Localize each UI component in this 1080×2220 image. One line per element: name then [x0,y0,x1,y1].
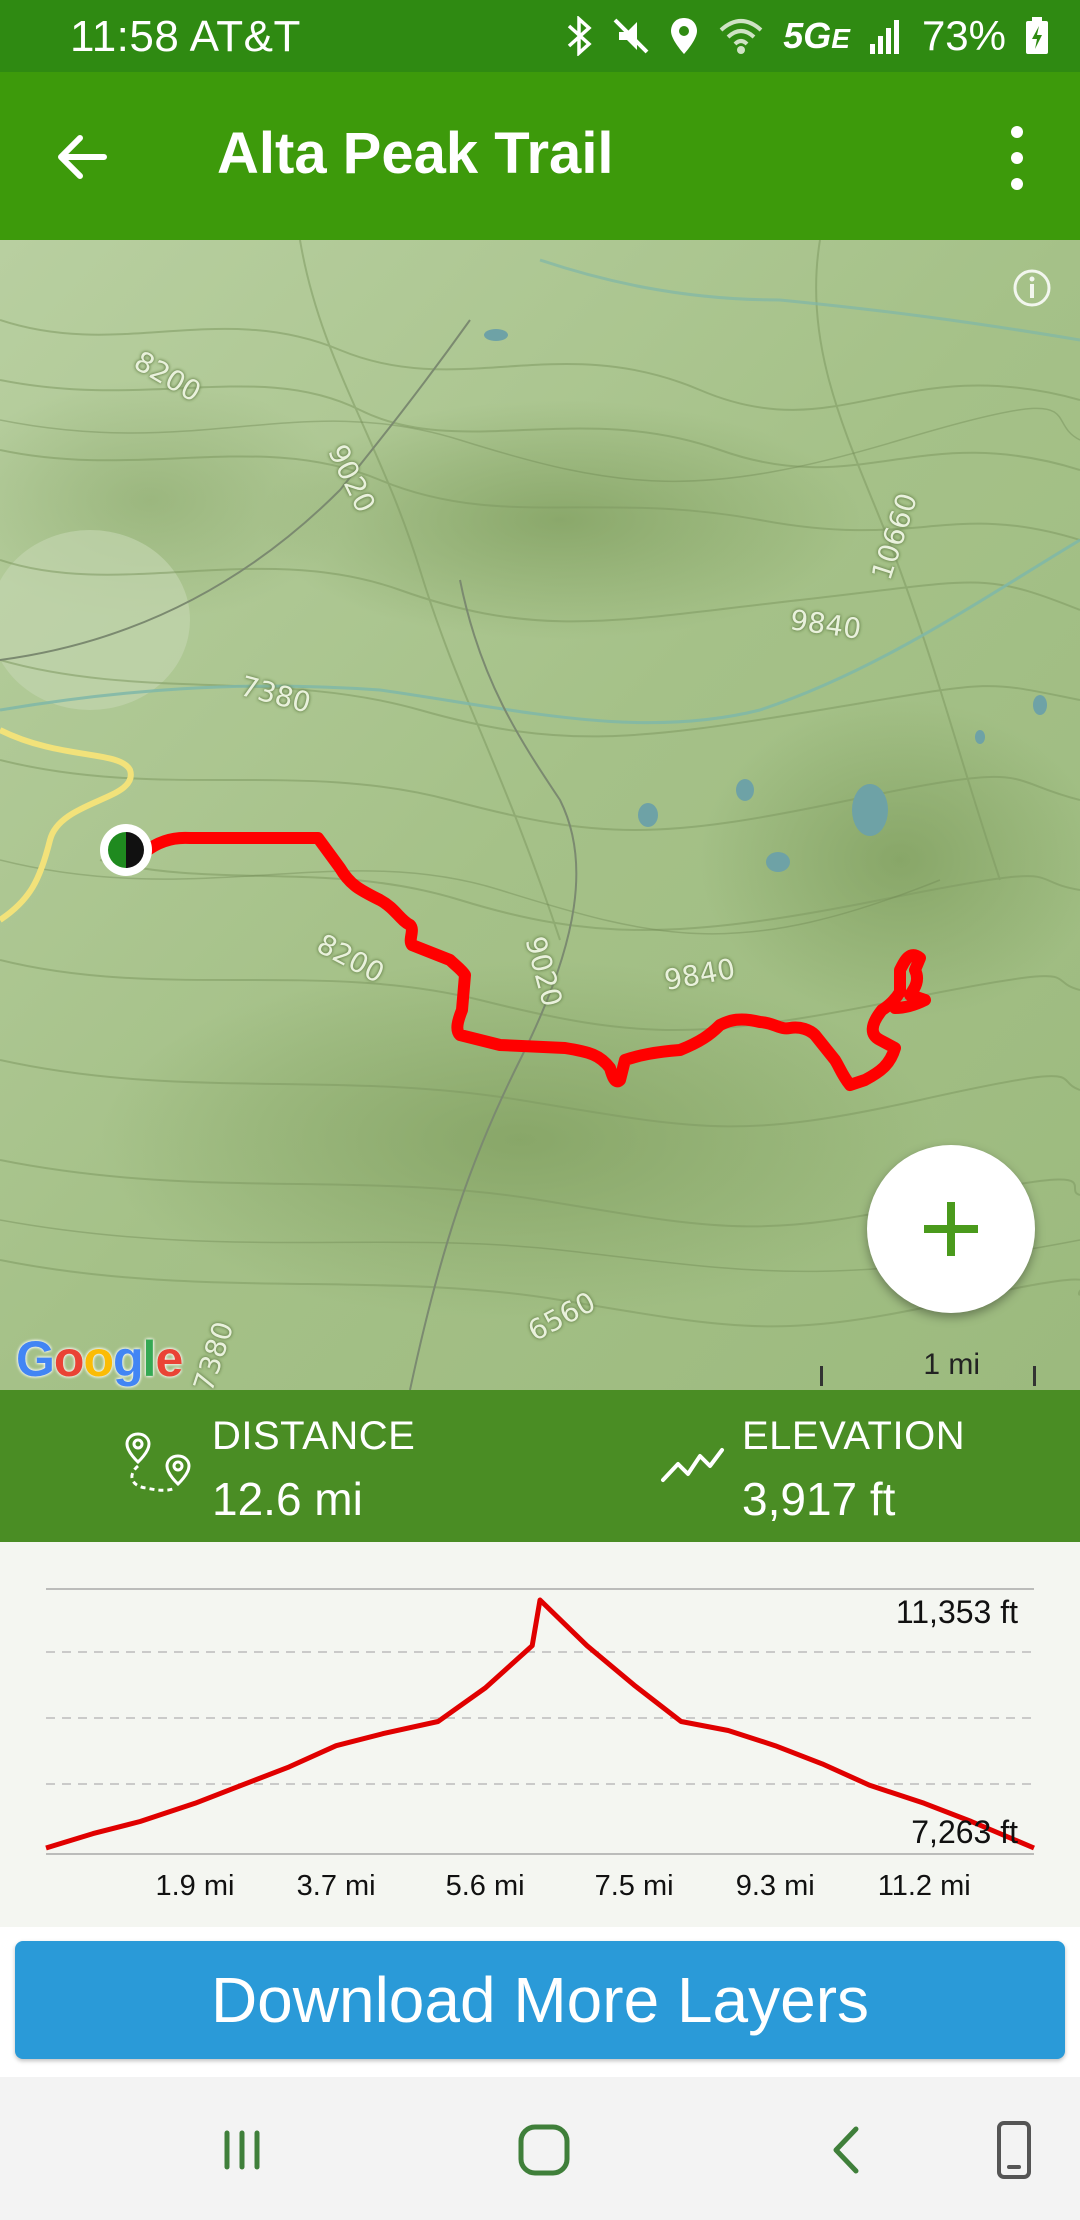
status-time-carrier: 11:58 AT&T [70,12,301,62]
scale-label: 1 mi [923,1348,980,1381]
zoom-in-button[interactable] [867,1145,1035,1313]
location-icon [671,18,698,54]
page-title: Alta Peak Trail [217,121,614,186]
distance-route-icon [125,1432,191,1492]
download-area: Download More Layers [0,1927,1080,2077]
battery-charging-icon [1026,17,1048,54]
status-bar: 11:58 AT&T 5GE 73% [0,0,1080,72]
arrow-left-icon[interactable] [50,122,120,192]
map-scale: 1 mi [820,1348,1036,1388]
distance-label: DISTANCE [212,1414,416,1458]
signal-icon [869,20,899,54]
status-carrier: AT&T [189,12,301,61]
app-bar: Alta Peak Trail [0,72,1080,240]
network-indicator: 5GE [783,15,850,57]
bluetooth-icon [568,16,592,56]
mute-icon [613,18,649,54]
battery-percent: 73% [921,12,1006,59]
wifi-icon [719,19,763,54]
trail-map[interactable]: 8200 9020 10660 9840 7380 8200 9020 9840… [0,240,1080,1390]
network-sub: E [831,23,850,54]
elevation-profile-chart: 11,353 ft 7,263 ft 1.9 mi 3.7 mi 5.6 mi 7.5… [0,1542,1080,1927]
x-tick-label: 5.6 mi [445,1870,525,1902]
rotate-screen-icon[interactable] [979,2115,1049,2185]
recent-apps-icon[interactable] [207,2115,277,2185]
more-vertical-icon[interactable] [982,120,1052,196]
elevation-line [45,1597,1035,1851]
back-icon[interactable] [812,2115,882,2185]
info-icon[interactable] [1012,268,1052,308]
google-logo: Google [16,1331,183,1387]
trailhead-marker[interactable] [100,824,152,876]
home-icon[interactable] [509,2115,579,2185]
elevation-value: 3,917 ft [742,1473,896,1525]
plus-icon [924,1202,978,1256]
x-tick-label: 9.3 mi [735,1870,815,1902]
status-time: 11:58 [70,12,180,61]
download-more-layers-button[interactable]: Download More Layers [15,1941,1065,2059]
x-tick-label: 1.9 mi [155,1870,235,1902]
x-tick-label: 3.7 mi [296,1870,376,1902]
y-tick-label: 11,353 ft [895,1594,1018,1630]
trail-stats-bar: DISTANCE 12.6 mi ELEVATION 3,917 ft [0,1390,1080,1542]
elevation-icon [661,1448,724,1482]
distance-value: 12.6 mi [212,1473,363,1525]
status-icons: 5GE 73% [567,10,1050,62]
y-tick-label: 7,263 ft [911,1814,1018,1850]
x-tick-label: 7.5 mi [594,1870,674,1902]
system-nav-bar [0,2077,1080,2220]
elevation-label: ELEVATION [742,1414,966,1458]
network-type: 5G [783,15,832,56]
x-tick-label: 11.2 mi [877,1870,971,1902]
